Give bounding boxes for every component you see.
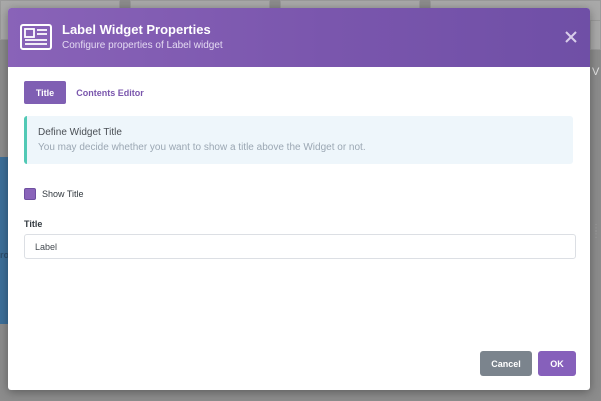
- tab-title[interactable]: Title: [24, 81, 66, 104]
- widget-label-icon: [20, 24, 52, 50]
- background-text: V: [592, 66, 600, 78]
- dialog-subtitle: Configure properties of Label widget: [62, 40, 223, 51]
- info-description: You may decide whether you want to show …: [38, 142, 366, 153]
- info-callout: Define Widget Title You may decide wheth…: [24, 116, 573, 164]
- background-panel: [0, 157, 8, 324]
- close-button[interactable]: [562, 28, 580, 46]
- dialog-title: Label Widget Properties: [62, 22, 211, 37]
- background-card: [590, 20, 601, 50]
- show-title-label: Show Title: [42, 189, 84, 199]
- label-widget-properties-dialog: Label Widget Properties Configure proper…: [8, 8, 590, 390]
- background-dots: ⋮ ⋮: [591, 223, 601, 240]
- cancel-button[interactable]: Cancel: [480, 351, 532, 376]
- tab-contents-editor[interactable]: Contents Editor: [72, 81, 148, 104]
- close-icon: [565, 31, 577, 43]
- title-field-label: Title: [24, 219, 43, 229]
- show-title-checkbox[interactable]: [24, 188, 36, 200]
- info-title: Define Widget Title: [38, 127, 122, 138]
- title-input[interactable]: [24, 234, 576, 259]
- dialog-header: Label Widget Properties Configure proper…: [8, 8, 590, 67]
- ok-button[interactable]: OK: [538, 351, 576, 376]
